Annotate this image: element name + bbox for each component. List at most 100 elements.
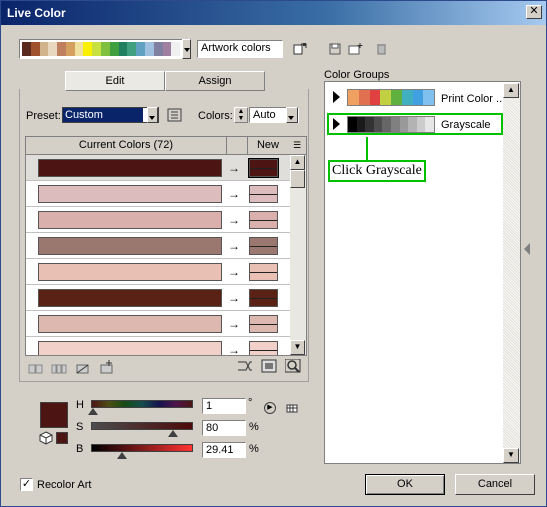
new-color-swatch[interactable] [248,158,279,178]
new-color-group-icon[interactable] [348,42,364,56]
current-color-bar[interactable] [38,211,222,229]
recolor-art-label: Recolor Art [37,479,92,491]
preset-dropdown-arrow[interactable] [147,107,158,123]
delete-color-group-icon[interactable] [374,42,390,56]
b-slider-thumb[interactable] [117,452,127,459]
harmony-swatch [171,42,181,56]
exclude-colors-icon[interactable] [75,362,91,376]
b-slider[interactable] [91,444,193,452]
map-arrow-icon[interactable]: → [226,263,242,281]
table-row[interactable]: → [26,337,290,355]
s-slider[interactable] [91,422,193,430]
randomize-saturation-icon[interactable] [261,359,277,373]
new-row-icon[interactable] [99,360,115,374]
current-color-bar[interactable] [38,237,222,255]
table-row[interactable]: → [26,285,290,311]
h-value-field[interactable]: 1 [202,398,246,414]
new-color-swatch[interactable] [249,237,278,255]
s-slider-thumb[interactable] [168,430,178,437]
current-color-bar[interactable] [38,289,222,307]
group-swatch [382,117,391,132]
table-row[interactable]: → [26,259,290,285]
colors-stepper[interactable]: ▲ ▼ [234,107,248,123]
selected-color-swatch[interactable] [40,402,68,428]
table-row[interactable]: → [26,155,290,181]
table-menu-icon[interactable]: ☰ [288,137,306,154]
color-mode-icon[interactable] [286,402,302,416]
table-row[interactable]: → [26,311,290,337]
artwork-colors-field[interactable]: Artwork colors [197,40,283,58]
map-arrow-icon[interactable]: → [226,159,242,177]
group-name-grayscale: Grayscale [441,119,491,131]
group-swatch [423,90,434,105]
h-slider[interactable] [91,400,193,408]
map-arrow-icon[interactable]: → [226,237,242,255]
ok-button[interactable]: OK [365,474,445,495]
new-color-swatch[interactable] [249,263,278,281]
scroll-thumb[interactable] [290,170,305,188]
table-scrollbar[interactable]: ▲ ▼ [290,155,306,355]
harmony-swatch [74,42,84,56]
map-arrow-icon[interactable]: → [226,211,242,229]
table-row[interactable]: → [26,207,290,233]
map-arrow-icon[interactable]: → [226,289,242,307]
swatch-strip-colors [22,42,181,56]
get-colors-icon[interactable] [292,42,308,56]
map-arrow-icon[interactable]: → [226,315,242,333]
table-row[interactable]: → [26,233,290,259]
color-group-grayscale[interactable]: Grayscale [327,113,503,135]
current-color-bar[interactable] [38,341,222,355]
new-color-swatch[interactable] [249,185,278,203]
expand-triangle-icon[interactable] [333,118,340,130]
group-swatch [408,117,417,132]
new-color-swatch[interactable] [249,315,278,333]
preset-options-icon[interactable] [167,108,183,122]
annotation-connector [366,137,368,161]
scroll-up-button[interactable]: ▲ [290,155,305,170]
groups-scroll-up[interactable]: ▲ [503,83,519,98]
cube-icon[interactable] [39,431,55,445]
group-swatch [373,117,383,132]
map-arrow-icon[interactable]: → [226,185,242,203]
current-color-bar[interactable] [38,263,222,281]
current-color-bar[interactable] [38,315,222,333]
harmony-dropdown-arrow[interactable] [182,39,191,59]
current-color-bar[interactable] [38,159,222,177]
scroll-down-button[interactable]: ▼ [290,340,305,355]
tab-assign[interactable]: Assign [165,71,265,91]
groups-scroll-down[interactable]: ▼ [503,448,519,463]
preset-select[interactable]: Custom [62,107,159,123]
randomize-order-icon[interactable] [237,359,253,373]
current-colors-table: Current Colors (72) New ☰ → → → → → → → → ▲ ▼ [25,136,307,356]
current-colors-header: Current Colors (72) [78,139,174,151]
close-icon[interactable]: ✕ [526,5,542,19]
map-arrow-icon[interactable]: → [226,341,242,355]
s-value-field[interactable]: 80 [202,420,246,436]
window-title: Live Color [7,6,66,20]
h-slider-thumb[interactable] [88,408,98,415]
save-color-group-icon[interactable] [328,42,344,56]
recolor-art-checkbox[interactable]: ✓ [20,478,33,491]
color-group-print[interactable]: Print Color ... [327,87,505,109]
cancel-button[interactable]: Cancel [455,474,535,495]
tab-edit[interactable]: Edit [65,71,165,91]
colors-dropdown-arrow[interactable] [286,107,298,123]
group-swatch [356,117,366,132]
find-color-icon[interactable] [285,359,301,373]
color-mode-menu-button[interactable]: ▶ [264,402,276,414]
collapse-panel-icon[interactable] [524,243,530,255]
color-indicator [56,432,68,444]
new-color-swatch[interactable] [249,289,278,307]
b-value-field[interactable]: 29.41 [202,442,246,458]
groups-scrollbar[interactable]: ▲ ▼ [503,83,520,463]
new-color-swatch[interactable] [249,211,278,229]
harmony-swatch-strip[interactable] [19,39,183,59]
color-groups-list: Print Color ... Grayscale Click Grayscal… [324,81,521,464]
expand-triangle-icon[interactable] [333,91,340,103]
table-row[interactable]: → [26,181,290,207]
merge-colors-icon[interactable] [28,362,44,376]
separate-colors-icon[interactable] [51,362,67,376]
current-color-bar[interactable] [38,185,222,203]
new-color-swatch[interactable] [249,341,278,355]
group-swatch [399,117,409,132]
